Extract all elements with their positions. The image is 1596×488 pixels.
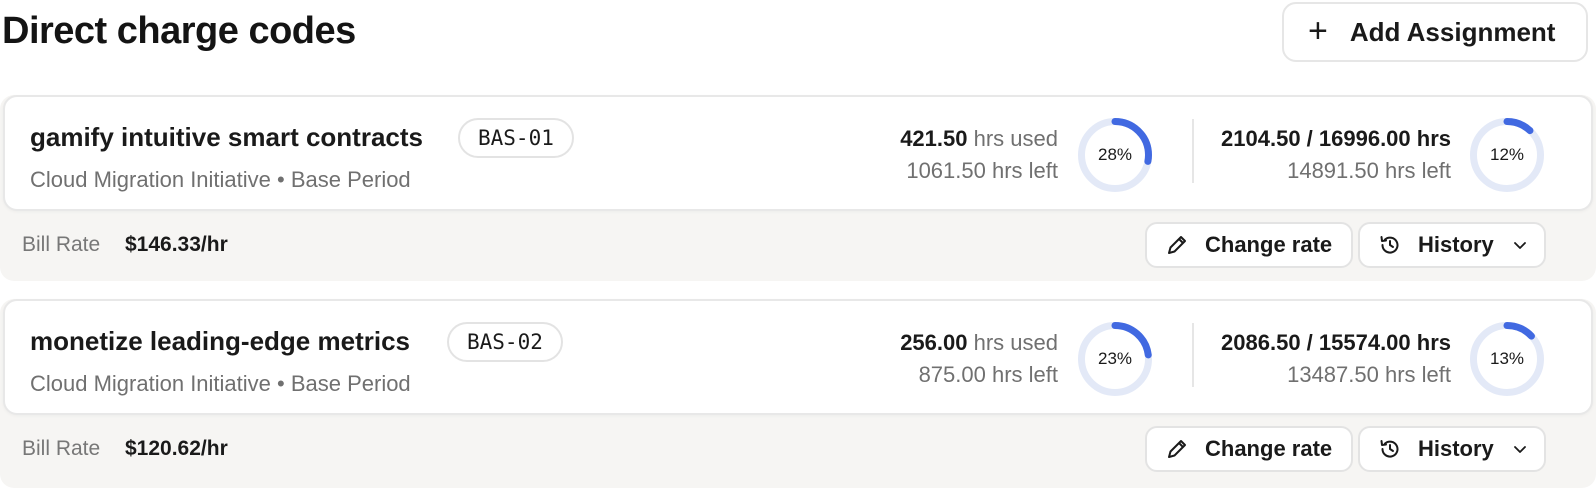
total-percent: 12% — [1489, 145, 1525, 164]
change-rate-label: Change rate — [1205, 436, 1333, 461]
charge-code-badge: BAS-01 — [458, 118, 574, 158]
chevron-down-icon — [1513, 242, 1526, 249]
page-title: Direct charge codes — [2, 10, 356, 52]
total-percent: 13% — [1489, 349, 1525, 368]
plus-icon: + — [1308, 11, 1328, 50]
history-button[interactable]: History — [1358, 426, 1546, 472]
pencil-icon — [1168, 440, 1186, 458]
history-button[interactable]: History — [1358, 222, 1546, 268]
history-icon — [1380, 440, 1399, 458]
total-hours-left: 13487.50 hrs left — [1287, 362, 1451, 387]
assignment-name: monetize leading-edge metrics — [30, 326, 410, 356]
history-label: History — [1418, 232, 1494, 257]
total-hours: 2104.50 / 16996.00 hrs — [1221, 126, 1451, 151]
assignment-card: monetize leading-edge metrics BAS-02 Clo… — [3, 299, 1593, 415]
bill-rate-label: Bill Rate — [22, 233, 101, 256]
divider — [1192, 323, 1194, 387]
assignment-name: gamify intuitive smart contracts — [30, 122, 423, 152]
hours-used-value: 256.00 — [900, 330, 968, 355]
hours-used-stat: 256.00 hrs used 875.00 hrs left — [900, 328, 1058, 392]
usage-ring: 23% — [1078, 322, 1152, 396]
change-rate-button[interactable]: Change rate — [1145, 222, 1353, 268]
usage-percent: 28% — [1097, 145, 1133, 164]
assignment-group: monetize leading-edge metrics BAS-02 Clo… — [0, 299, 1596, 488]
total-ring: 13% — [1470, 322, 1544, 396]
history-label: History — [1418, 436, 1494, 461]
assignment-subtitle: Cloud Migration Initiative • Base Period — [30, 371, 411, 396]
hours-used-stat: 421.50 hrs used 1061.50 hrs left — [900, 124, 1058, 188]
hours-left: 1061.50 hrs left — [906, 158, 1058, 183]
assignment-group: gamify intuitive smart contracts BAS-01 … — [0, 95, 1596, 281]
chevron-down-icon — [1513, 446, 1526, 453]
bill-rate-value: $120.62/hr — [125, 437, 228, 460]
pencil-icon — [1168, 236, 1186, 254]
assignment-card: gamify intuitive smart contracts BAS-01 … — [3, 95, 1593, 211]
total-hours-left: 14891.50 hrs left — [1287, 158, 1451, 183]
divider — [1192, 119, 1194, 183]
total-hours-stat: 2104.50 / 16996.00 hrs 14891.50 hrs left — [1221, 124, 1451, 188]
bill-rate-value: $146.33/hr — [125, 233, 228, 256]
charge-code-badge: BAS-02 — [447, 322, 563, 362]
bill-rate-label: Bill Rate — [22, 437, 101, 460]
total-hours-stat: 2086.50 / 15574.00 hrs 13487.50 hrs left — [1221, 328, 1451, 392]
history-icon — [1380, 236, 1399, 254]
hours-used-value: 421.50 — [900, 126, 968, 151]
usage-percent: 23% — [1097, 349, 1133, 368]
add-assignment-button[interactable]: + Add Assignment — [1282, 2, 1588, 62]
add-assignment-label: Add Assignment — [1349, 16, 1556, 47]
hours-used-suffix: hrs used — [973, 126, 1058, 151]
usage-ring: 28% — [1078, 118, 1152, 192]
hours-left: 875.00 hrs left — [918, 362, 1058, 387]
change-rate-label: Change rate — [1205, 232, 1333, 257]
assignment-subtitle: Cloud Migration Initiative • Base Period — [30, 167, 411, 192]
total-hours: 2086.50 / 15574.00 hrs — [1221, 330, 1451, 355]
change-rate-button[interactable]: Change rate — [1145, 426, 1353, 472]
hours-used-suffix: hrs used — [973, 330, 1058, 355]
total-ring: 12% — [1470, 118, 1544, 192]
